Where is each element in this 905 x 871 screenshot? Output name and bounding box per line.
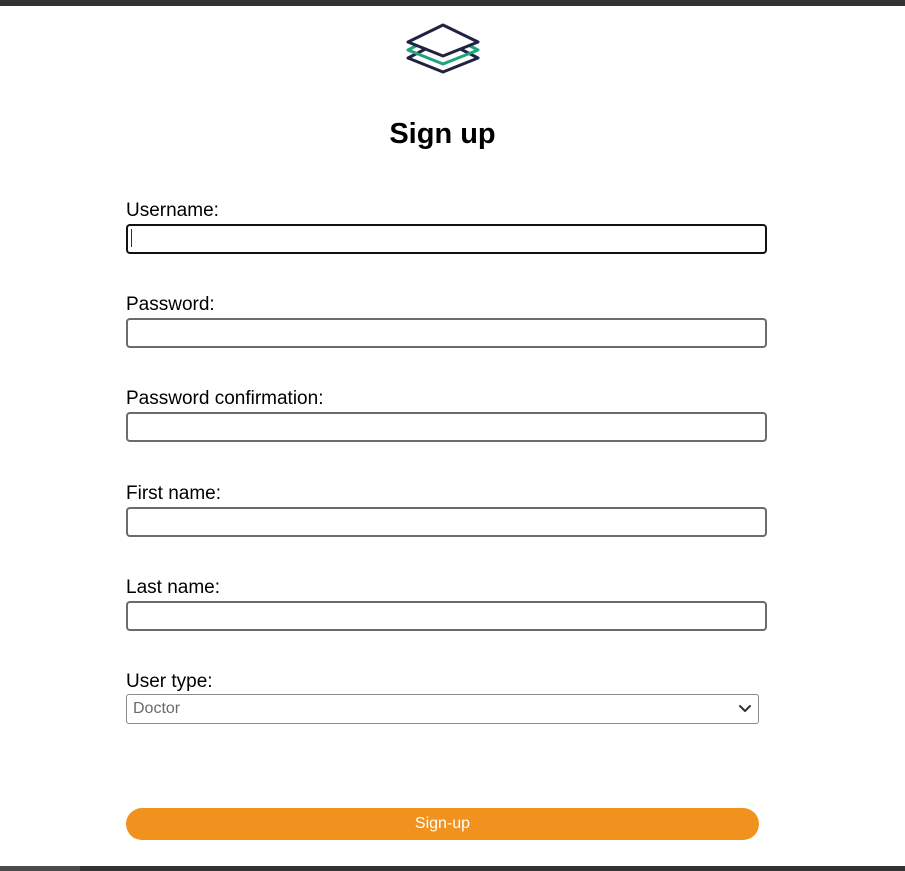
username-field[interactable] xyxy=(126,224,767,254)
taskbar-segment xyxy=(0,866,80,871)
layers-icon xyxy=(406,23,480,74)
last-name-field[interactable] xyxy=(126,601,767,631)
first-name-field[interactable] xyxy=(126,507,767,537)
password-confirmation-field[interactable] xyxy=(126,412,767,442)
page-title: Sign up xyxy=(389,118,496,150)
window-bottom-bar xyxy=(0,866,905,871)
window-top-bar xyxy=(0,0,905,6)
text-caret xyxy=(131,229,132,247)
user-type-select[interactable]: Doctor xyxy=(126,694,759,724)
password-label: Password: xyxy=(126,294,215,315)
user-type-selected-value: Doctor xyxy=(133,700,181,717)
first-name-label: First name: xyxy=(126,483,222,504)
sign-up-button[interactable]: Sign-up xyxy=(126,808,759,840)
password-field[interactable] xyxy=(126,318,767,348)
user-type-label: User type: xyxy=(126,671,213,692)
username-label: Username: xyxy=(126,200,219,221)
chevron-down-icon xyxy=(739,705,751,712)
password-confirmation-label: Password confirmation: xyxy=(126,388,324,409)
last-name-label: Last name: xyxy=(126,577,220,598)
